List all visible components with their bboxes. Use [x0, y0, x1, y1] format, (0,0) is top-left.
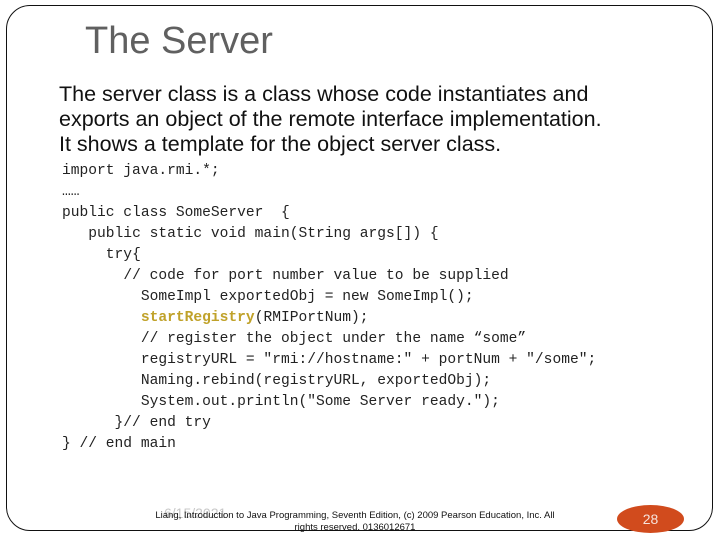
code-text: import java.rmi.*;	[62, 163, 220, 179]
body-line: The server class is a class whose code i…	[59, 82, 589, 106]
code-line: public class SomeServer {	[62, 203, 596, 224]
code-text: public static void main(String args[]) {	[88, 226, 439, 242]
footer-copyright-line-1: Liang, Introduction to Java Programming,…	[155, 510, 555, 521]
code-text: registryURL = "rmi://hostname:" + portNu…	[140, 352, 597, 368]
code-text: ……	[62, 184, 80, 200]
code-text: SomeImpl exportedObj = new SomeImpl();	[140, 289, 474, 305]
code-line: // register the object under the name “s…	[62, 329, 596, 350]
code-text: Naming.rebind(registryURL, exportedObj);	[140, 373, 492, 389]
code-text: // register the object under the name “s…	[140, 331, 527, 347]
code-line: }// end try	[62, 413, 596, 434]
code-line: System.out.println("Some Server ready.")…	[62, 392, 596, 413]
slide-body-text: The server class is a class whose code i…	[59, 82, 719, 157]
code-line: SomeImpl exportedObj = new SomeImpl();	[62, 287, 596, 308]
code-line: } // end main	[62, 434, 596, 455]
code-text: (RMIPortNum);	[254, 310, 369, 326]
code-line: try{	[62, 245, 596, 266]
code-line: startRegistry(RMIPortNum);	[62, 308, 596, 329]
code-text: public class SomeServer {	[62, 205, 290, 221]
code-line: public static void main(String args[]) {	[62, 224, 596, 245]
footer-copyright-line-2: rights reserved. 0136012671	[294, 522, 416, 533]
code-text: // code for port number value to be supp…	[123, 268, 509, 284]
code-block: import java.rmi.*; …… public class SomeSer…	[62, 161, 596, 455]
slide-footer: Liang, Introduction to Java Programming,…	[150, 510, 560, 534]
page-number-badge: 28	[617, 505, 684, 533]
body-line: exports an object of the remote interfac…	[59, 107, 602, 131]
code-text: } // end main	[62, 436, 176, 452]
code-line: // code for port number value to be supp…	[62, 266, 596, 287]
code-line: registryURL = "rmi://hostname:" + portNu…	[62, 350, 596, 371]
slide-title: The Server	[85, 20, 273, 62]
code-line: ……	[62, 182, 596, 203]
code-line: import java.rmi.*;	[62, 161, 596, 182]
code-highlight: startRegistry	[140, 310, 255, 326]
body-line: It shows a template for the object serve…	[59, 132, 502, 156]
code-text: }// end try	[114, 415, 211, 431]
code-text: try{	[105, 247, 141, 263]
code-text: System.out.println("Some Server ready.")…	[140, 394, 500, 410]
code-line: Naming.rebind(registryURL, exportedObj);	[62, 371, 596, 392]
